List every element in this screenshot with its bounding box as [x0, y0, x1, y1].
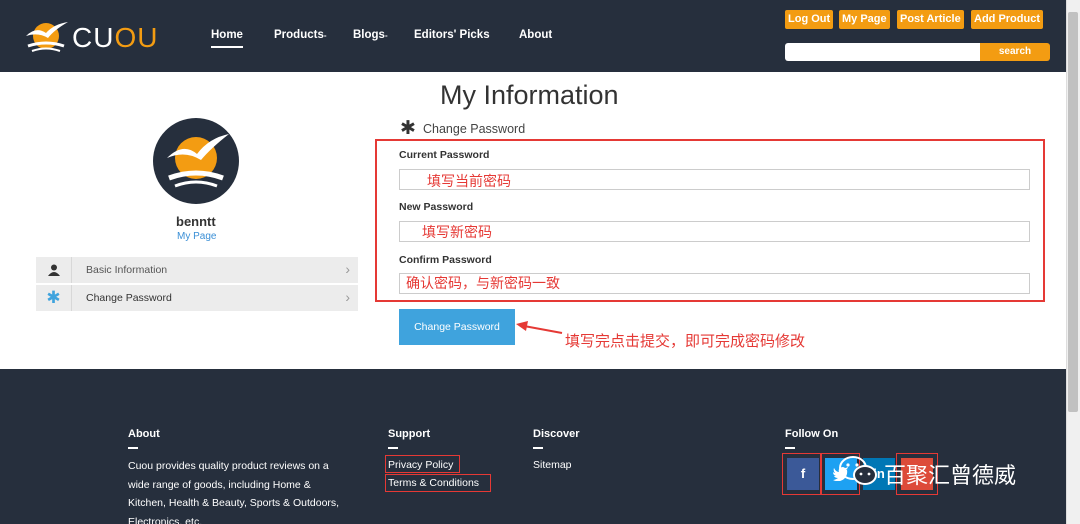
- search-button[interactable]: search: [980, 43, 1050, 61]
- watermark-text: 百聚汇曾德威: [884, 463, 1017, 488]
- nav-about[interactable]: About: [519, 29, 552, 41]
- nav-blogs[interactable]: Blogs-: [353, 29, 388, 41]
- top-header: CUOU Home Products- Blogs- Editors' Pick…: [0, 0, 1080, 72]
- my-page-button[interactable]: My Page: [839, 10, 890, 29]
- new-password-hint: 填写新密码: [422, 224, 492, 240]
- add-product-button[interactable]: Add Product: [971, 10, 1043, 29]
- sitemap-link[interactable]: Sitemap: [533, 459, 572, 471]
- annotation-box: [385, 455, 460, 473]
- wechat-icon: [839, 456, 877, 485]
- nav-editors-picks[interactable]: Editors' Picks: [414, 29, 490, 41]
- sidebar-item-change-password[interactable]: ✱ Change Password ›: [36, 285, 358, 311]
- sidebar-item-label: Basic Information: [86, 264, 168, 276]
- chevron-right-icon: ›: [345, 289, 350, 305]
- annotation-arrow-icon: [516, 321, 563, 334]
- bird-sun-logo-icon: [26, 22, 68, 52]
- user-icon: [36, 257, 72, 283]
- annotation-box: [385, 474, 491, 492]
- footer-about-text: Cuou provides quality product reviews on…: [128, 460, 340, 524]
- bird-sun-avatar-icon: [167, 134, 229, 188]
- confirm-password-hint: 确认密码，与新密码一致: [406, 275, 560, 291]
- nav-home[interactable]: Home: [211, 29, 243, 48]
- footer: About Cuou provides quality product revi…: [0, 369, 1080, 524]
- new-password-label: New Password: [399, 201, 474, 213]
- sidebar-item-label: Change Password: [86, 292, 172, 304]
- footer-support-heading: Support: [388, 428, 431, 449]
- annotation-box: [782, 453, 822, 495]
- scrollbar-thumb[interactable]: [1068, 12, 1078, 412]
- username: benntt: [176, 214, 216, 229]
- wechat-watermark: 百聚汇曾德威: [838, 451, 1048, 491]
- sidebar-item-basic-information[interactable]: Basic Information ›: [36, 257, 358, 283]
- dropdown-caret-icon: -: [384, 31, 388, 40]
- chevron-right-icon: ›: [345, 261, 350, 277]
- current-password-label: Current Password: [399, 149, 490, 161]
- confirm-password-label: Confirm Password: [399, 254, 492, 266]
- logout-button[interactable]: Log Out: [785, 10, 834, 29]
- annotation-note: 填写完点击提交，即可完成密码修改: [565, 333, 806, 350]
- new-password-field[interactable]: [399, 221, 1030, 242]
- avatar[interactable]: [153, 118, 239, 204]
- nav-products[interactable]: Products-: [274, 29, 327, 41]
- logo-wordmark: CUOU: [72, 22, 159, 53]
- my-page-link[interactable]: My Page: [177, 231, 216, 242]
- cuou-logo[interactable]: CUOU: [24, 16, 157, 56]
- footer-about-heading: About: [128, 428, 160, 449]
- footer-follow-heading: Follow On: [785, 428, 839, 449]
- post-article-button[interactable]: Post Article: [897, 10, 964, 29]
- search-input[interactable]: [785, 43, 981, 61]
- dropdown-caret-icon: -: [323, 31, 327, 40]
- asterisk-icon: ✱: [400, 118, 416, 139]
- footer-discover-heading: Discover: [533, 428, 580, 449]
- asterisk-icon: ✱: [36, 285, 72, 311]
- page-title: My Information: [440, 80, 619, 110]
- current-password-hint: 填写当前密码: [427, 173, 511, 189]
- change-password-button[interactable]: Change Password: [399, 309, 515, 345]
